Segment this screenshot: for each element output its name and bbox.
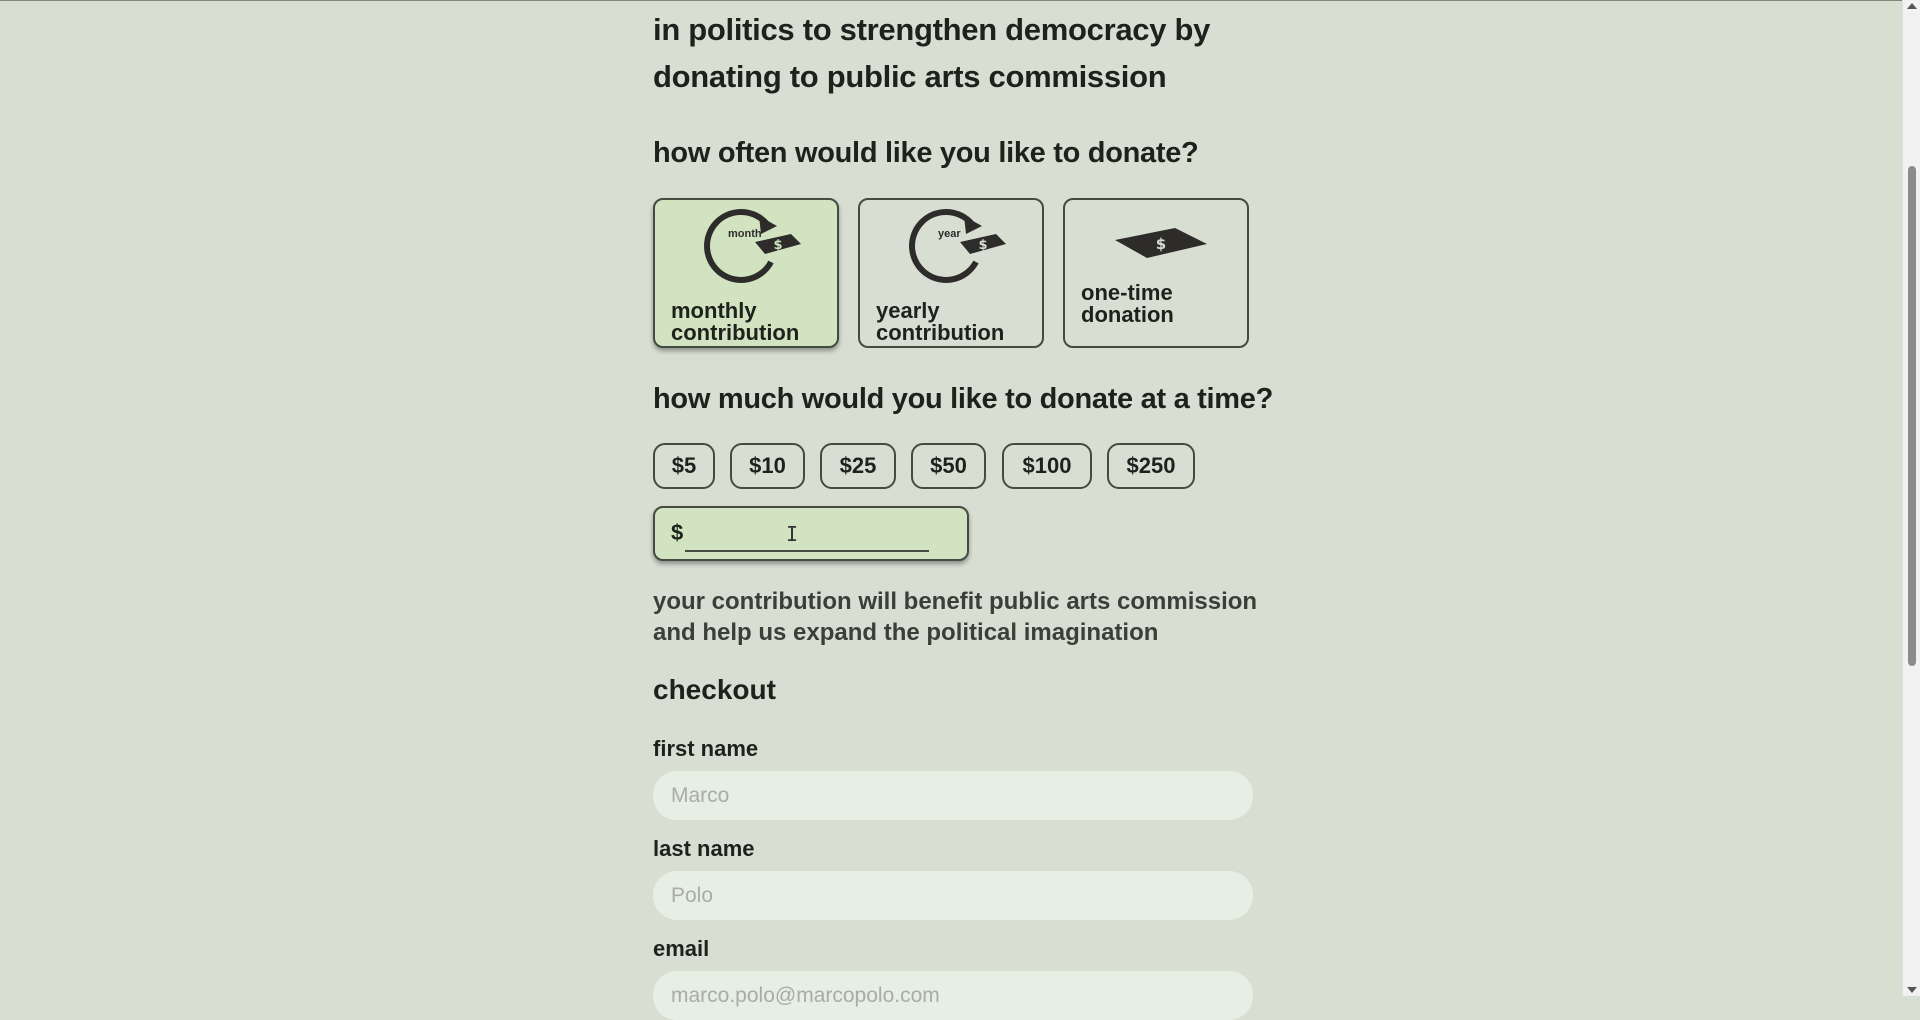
last-name-label: last name [653,836,755,861]
month-icon-text: month [728,228,762,240]
frequency-question: how often would like you like to donate? [653,137,1199,169]
one-time-label-line1: one-time [1081,280,1173,305]
yearly-recurring-icon: $ year [909,208,1006,283]
monthly-contribution-option[interactable]: $ month monthly contribution [653,198,839,348]
benefit-line-1: your contribution will benefit public ar… [653,588,1258,615]
first-name-label: first name [653,736,759,761]
first-name-field[interactable] [653,771,1253,820]
amount-5-button[interactable]: $5 [653,443,715,489]
vertical-scrollbar[interactable] [1902,0,1920,996]
scroll-down-icon[interactable] [1907,987,1917,993]
benefit-line-2: and help us expand the political imagina… [653,619,1159,646]
yearly-contribution-option[interactable]: $ year yearly contribution [858,198,1044,348]
intro-line-1: in politics to strengthen democracy by [653,12,1211,47]
top-border [0,0,1920,1]
yearly-label: yearly contribution [876,300,1004,344]
svg-text:$: $ [1156,235,1166,253]
intro-line-2: donating to public arts commission [653,59,1167,94]
monthly-recurring-icon: $ month [704,208,801,283]
monthly-label-line2: contribution [671,320,800,345]
svg-text:$: $ [773,238,782,253]
last-name-field[interactable] [653,871,1253,920]
checkout-heading: checkout [653,674,776,705]
custom-amount-box: $ [653,506,969,561]
currency-symbol: $ [671,520,684,545]
custom-amount-input[interactable] [685,518,929,552]
one-time-label-line2: donation [1081,302,1174,327]
one-time-label: one-time donation [1081,282,1174,326]
dollar-bill-icon: $ [1115,228,1207,258]
intro-text: in politics to strengthen democracy by d… [653,6,1210,100]
year-icon-text: year [938,228,961,240]
scroll-up-icon[interactable] [1907,3,1917,9]
svg-text:$: $ [978,238,987,253]
yearly-label-line1: yearly [876,298,940,323]
email-label: email [653,936,710,961]
amount-10-button[interactable]: $10 [730,443,805,489]
yearly-label-line2: contribution [876,320,1005,345]
amount-25-button[interactable]: $25 [820,443,896,489]
monthly-label: monthly contribution [671,300,799,344]
text-cursor-icon: I [786,522,799,546]
amount-250-button[interactable]: $250 [1107,443,1195,489]
one-time-donation-option[interactable]: $ one-time donation [1063,198,1249,348]
benefit-text: your contribution will benefit public ar… [653,586,1257,648]
amount-50-button[interactable]: $50 [911,443,986,489]
monthly-label-line1: monthly [671,298,757,323]
amount-question: how much would you like to donate at a t… [653,383,1274,415]
amount-100-button[interactable]: $100 [1002,443,1092,489]
scrollbar-thumb[interactable] [1908,166,1916,666]
